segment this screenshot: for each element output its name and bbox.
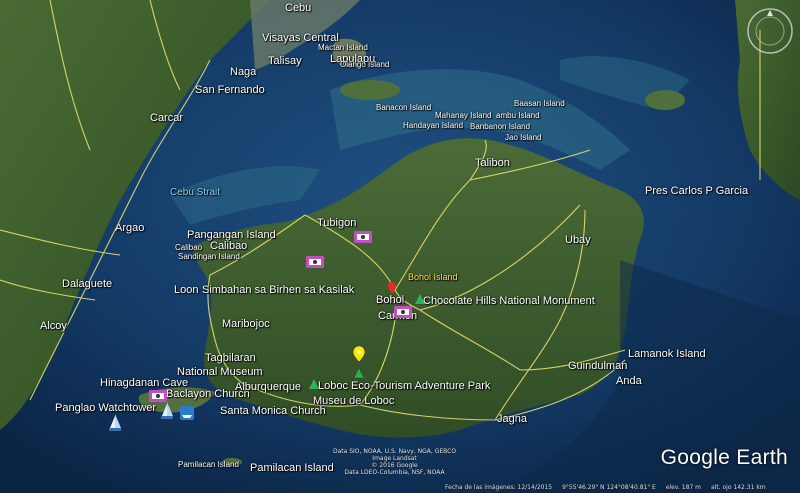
sailboat-icon[interactable] — [108, 414, 122, 432]
label-calibao-small: Calibao — [175, 243, 203, 252]
label-maribojoc: Maribojoc — [222, 318, 270, 330]
camera-icon[interactable] — [354, 231, 372, 243]
label-san-fernando: San Fernando — [195, 84, 265, 96]
label-pres-garcia: Pres Carlos P Garcia — [645, 185, 749, 197]
label-banacon: Banacon Island — [376, 103, 432, 112]
label-pamilacan-small: Pamilacan Island — [178, 460, 239, 469]
label-talibon: Talibon — [475, 157, 510, 169]
imagery-credits: Data SIO, NOAA, U.S. Navy, NGA, GEBCO Im… — [333, 448, 456, 476]
map-view[interactable]: Cebu Visayas Central Mactan Island Talis… — [0, 0, 800, 493]
label-naga: Naga — [230, 66, 257, 78]
compass-icon[interactable] — [745, 6, 795, 56]
label-calibao: Calibao — [210, 240, 248, 252]
label-tagbilaran: Tagbilaran — [205, 352, 256, 364]
ferry-icon[interactable] — [180, 406, 194, 420]
label-bohol: Bohol — [376, 294, 405, 306]
label-cebu: Cebu — [285, 2, 312, 14]
label-baasan: Baasan Island — [514, 99, 565, 108]
label-loboc-park: Loboc Eco-Tourism Adventure Park — [318, 380, 491, 392]
label-chocolate-hills: Chocolate Hills National Monument — [423, 295, 595, 307]
credit-line: Data LDEO-Columbia, NSF, NOAA — [344, 469, 445, 476]
label-panglao-watchtower: Panglao Watchtower — [55, 402, 157, 414]
label-lamanok: Lamanok Island — [628, 348, 706, 360]
credit-line: © 2016 Google — [371, 462, 418, 469]
status-bar: Fecha de las imágenes: 12/14/2015 9°55'4… — [445, 484, 766, 491]
pointer-coordinates: 9°55'46.29" N 124°08'40.81" E — [562, 484, 656, 491]
label-alburquerque: Alburquerque — [235, 381, 302, 393]
camera-icon[interactable] — [306, 256, 324, 268]
credit-line: Data SIO, NOAA, U.S. Navy, NGA, GEBCO — [333, 448, 457, 455]
label-mactan-island: Mactan Island — [318, 43, 368, 52]
label-carcar: Carcar — [150, 112, 184, 124]
camera-icon[interactable] — [149, 390, 167, 402]
label-dalaguete: Dalaguete — [62, 278, 113, 290]
eye-altitude: alt. ojo 142.31 km — [710, 484, 766, 491]
label-guindulman: Guindulman — [568, 360, 628, 372]
label-handayan: Handayan Island — [403, 121, 464, 130]
label-jagna: Jagna — [497, 413, 527, 425]
label-alcoy: Alcoy — [40, 320, 67, 332]
island-ne — [645, 90, 685, 110]
label-anda: Anda — [616, 375, 642, 387]
park-icon[interactable] — [309, 379, 319, 389]
placemark-yellow-pin-icon[interactable] — [353, 346, 365, 380]
label-talisay: Talisay — [268, 55, 302, 67]
label-pamilacan: Pamilacan Island — [250, 462, 334, 474]
elevation: elev. 187 m — [665, 484, 701, 491]
label-santa-monica: Santa Monica Church — [220, 405, 326, 417]
placemark-red-pin-icon[interactable] — [388, 282, 396, 294]
label-tubigon: Tubigon — [317, 217, 357, 229]
label-sandingan: Sandingan Island — [178, 252, 240, 261]
google-earth-logo: Google Earth — [660, 446, 788, 469]
label-lambu: ambu Island — [496, 111, 540, 120]
imagery-date: Fecha de las imágenes: 12/14/2015 — [445, 484, 553, 491]
label-olango: Olango Island — [340, 60, 390, 69]
label-mahanay: Mahanay Island — [435, 111, 492, 120]
park-icon[interactable] — [415, 294, 425, 304]
label-jao: Jao Island — [505, 133, 542, 142]
label-cebu-strait: Cebu Strait — [170, 187, 221, 198]
label-banbanon: Banbanon Island — [470, 122, 531, 131]
sailboat-icon[interactable] — [160, 402, 174, 420]
label-simbahan: Simbahan sa Birhen sa Kasilak — [202, 284, 355, 296]
island-olango — [340, 80, 400, 100]
label-national-museum: National Museum — [177, 366, 263, 378]
credit-line: Image Landsat — [372, 455, 417, 462]
label-ubay: Ubay — [565, 234, 591, 246]
label-argao: Argao — [115, 222, 145, 234]
label-loon: Loon — [174, 284, 199, 296]
label-bohol-island: Bohol Island — [408, 272, 458, 282]
camera-icon[interactable] — [394, 306, 412, 318]
